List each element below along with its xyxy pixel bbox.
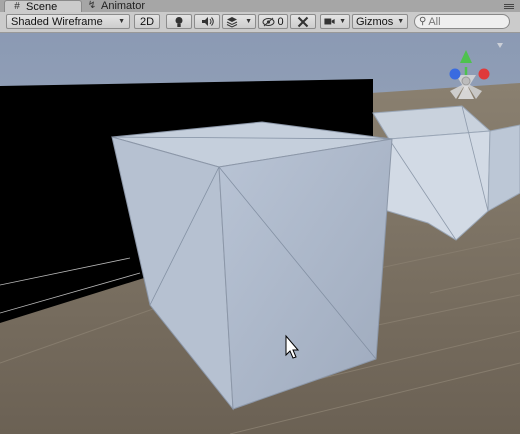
scene-window: # Scene ↯ Animator Shaded Wireframe ▼ 2D… [0, 0, 520, 434]
tab-animator-label: Animator [101, 0, 146, 12]
tools-icon [297, 16, 309, 27]
scene-viewport[interactable] [0, 33, 520, 434]
effects-dropdown[interactable]: ▼ [222, 14, 256, 29]
axis-x-cone[interactable] [478, 68, 490, 80]
chevron-down-icon: ▼ [118, 18, 125, 25]
2d-label: 2D [139, 15, 155, 28]
animator-icon: ↯ [87, 0, 97, 11]
speaker-icon [201, 17, 214, 26]
audio-toggle-button[interactable] [194, 14, 220, 29]
camera-settings-dropdown[interactable]: ▼ [320, 14, 350, 29]
hidden-count: 0 [277, 15, 284, 28]
draw-mode-label: Shaded Wireframe [11, 15, 103, 28]
layers-icon [226, 16, 238, 28]
draw-mode-dropdown[interactable]: Shaded Wireframe ▼ [6, 14, 130, 29]
eye-slash-icon [262, 17, 275, 26]
hidden-objects-toggle[interactable]: 0 [258, 14, 288, 29]
axis-z-cone[interactable] [449, 68, 461, 80]
tab-animator[interactable]: ↯ Animator [80, 0, 172, 12]
search-placeholder: All [428, 15, 441, 28]
light-bulb-icon [175, 16, 183, 27]
search-input[interactable]: ⚲ All [414, 14, 510, 29]
menu-icon[interactable] [504, 0, 514, 12]
chevron-down-icon: ▼ [245, 18, 252, 25]
search-icon: ⚲ [419, 16, 427, 27]
chevron-down-icon: ▼ [397, 18, 405, 25]
tools-button[interactable] [290, 14, 316, 29]
lighting-toggle-button[interactable] [166, 14, 192, 29]
2d-toggle-button[interactable]: 2D [134, 14, 160, 29]
camera-icon [324, 18, 335, 25]
scene-canvas [0, 33, 520, 434]
gizmos-label: Gizmos [356, 15, 394, 28]
scene-toolbar: Shaded Wireframe ▼ 2D ▼ 0 ▼ Gizmos ▼ ⚲ A… [0, 12, 520, 33]
chevron-down-icon: ▼ [339, 18, 346, 25]
gizmos-dropdown[interactable]: Gizmos ▼ [352, 14, 408, 29]
